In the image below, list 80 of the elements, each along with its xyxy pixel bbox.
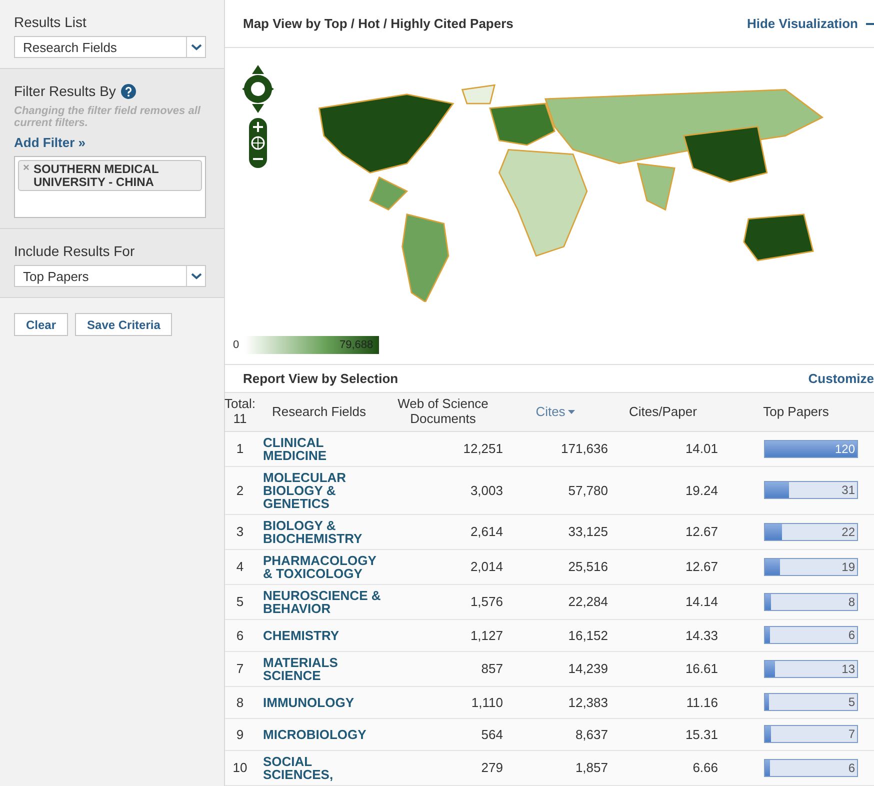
documents-cell: 2,014 — [383, 550, 503, 585]
filter-hint: Changing the filter field removes all current filters. — [14, 105, 202, 130]
panel-title: Report View by Selection — [243, 370, 398, 386]
rank-cell: 7 — [225, 652, 255, 687]
legend-max-label: 79,688 — [339, 338, 374, 351]
top-papers-count: 6 — [848, 628, 855, 642]
cites-cell: 25,516 — [503, 550, 608, 585]
cites-per-paper-cell: 15.31 — [608, 718, 718, 751]
top-papers-count: 7 — [848, 727, 855, 742]
documents-cell: 12,251 — [383, 432, 503, 467]
top-papers-count: 13 — [842, 662, 855, 676]
help-icon[interactable] — [120, 84, 136, 98]
cites-per-paper-cell: 16.61 — [608, 652, 718, 687]
column-header: Total: 11 — [225, 392, 255, 432]
cites-per-paper-cell: 12.67 — [608, 550, 718, 585]
zoom-controls-icon[interactable] — [249, 118, 267, 168]
documents-cell: 2,614 — [383, 514, 503, 550]
documents-cell: 3,003 — [383, 466, 503, 515]
top-papers-count: 120 — [834, 442, 855, 456]
cites-cell: 33,125 — [503, 514, 608, 550]
chevron-down-icon — [190, 44, 202, 50]
legend-min-label: 0 — [233, 338, 240, 351]
cites-cell: 16,152 — [503, 620, 608, 652]
column-header[interactable]: Cites — [503, 392, 608, 432]
chevron-down-icon — [190, 272, 202, 280]
cites-cell: 12,383 — [503, 686, 608, 719]
rank-cell: 5 — [225, 584, 255, 620]
documents-cell: 564 — [383, 718, 503, 751]
save-criteria-button[interactable]: Save Criteria — [75, 313, 172, 336]
cites-cell: 57,780 — [503, 466, 608, 515]
section-heading: Filter Results By — [14, 83, 116, 99]
top-papers-count: 31 — [842, 483, 855, 498]
rank-cell: 4 — [225, 550, 255, 585]
cites-cell: 171,636 — [503, 432, 608, 467]
rank-cell: 1 — [225, 432, 255, 467]
results-list-dropdown[interactable]: Research Fields — [14, 36, 206, 58]
customize-link[interactable]: Customize — [808, 370, 874, 386]
column-header: Web of Science Documents — [383, 392, 503, 432]
rank-cell: 3 — [225, 514, 255, 550]
cites-cell: 22,284 — [503, 584, 608, 620]
cites-cell: 14,239 — [503, 652, 608, 687]
documents-cell: 1,110 — [383, 686, 503, 719]
section-heading: Include Results For — [14, 243, 136, 260]
documents-cell: 1,576 — [383, 584, 503, 620]
rank-cell: 6 — [225, 620, 255, 652]
column-header: Research Fields — [255, 392, 383, 432]
cites-cell: 1,857 — [503, 750, 608, 786]
top-papers-count: 22 — [842, 524, 855, 539]
cites-per-paper-cell: 12.67 — [608, 514, 718, 550]
pan-control-icon[interactable] — [241, 64, 275, 114]
documents-cell: 857 — [383, 652, 503, 687]
cites-per-paper-cell: 6.66 — [608, 750, 718, 786]
cites-cell: 8,637 — [503, 718, 608, 751]
documents-cell: 279 — [383, 750, 503, 786]
top-papers-count: 6 — [848, 760, 855, 775]
minus-icon — [866, 22, 874, 25]
column-header: Top Papers — [718, 392, 874, 432]
cites-per-paper-cell: 11.16 — [608, 686, 718, 719]
filter-chip-label: SOUTHERN MEDICAL UNIVERSITY - CHINA — [33, 163, 160, 188]
column-header: Cites/Paper — [608, 392, 718, 432]
clear-button[interactable]: Clear — [14, 313, 68, 336]
include-results-dropdown[interactable]: Top Papers — [14, 265, 206, 288]
documents-cell: 1,127 — [383, 620, 503, 652]
rank-cell: 10 — [225, 750, 255, 786]
panel-title: Map View by Top / Hot / Highly Cited Papers — [243, 16, 514, 32]
cites-per-paper-cell: 14.01 — [608, 432, 718, 467]
add-filter-link[interactable]: Add Filter » — [14, 135, 210, 150]
top-papers-count: 19 — [842, 560, 855, 574]
rank-cell: 2 — [225, 466, 255, 515]
hide-visualization-link[interactable]: Hide Visualization — [746, 16, 874, 32]
rank-cell: 8 — [225, 686, 255, 719]
rank-cell: 9 — [225, 718, 255, 751]
filter-chip[interactable]: × SOUTHERN MEDICAL UNIVERSITY - CHINA — [18, 160, 202, 192]
cites-per-paper-cell: 14.33 — [608, 620, 718, 652]
cites-per-paper-cell: 19.24 — [608, 466, 718, 515]
section-heading: Results List — [14, 14, 88, 30]
cites-per-paper-cell: 14.14 — [608, 584, 718, 620]
sort-descending-icon — [568, 410, 576, 414]
top-papers-count: 8 — [848, 594, 855, 609]
top-papers-count: 5 — [848, 695, 855, 710]
